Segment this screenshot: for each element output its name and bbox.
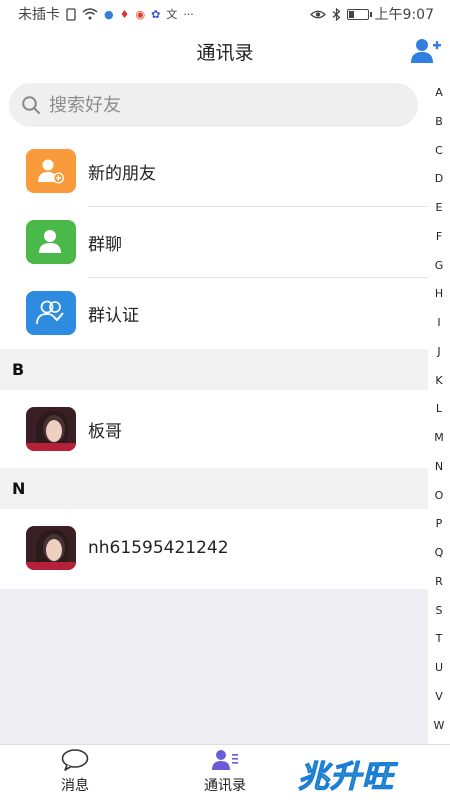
page-title: 通讯录 [196,41,254,64]
alphabet-letter-a[interactable]: A [435,79,443,108]
tab-contacts-label: 通讯录 [204,778,246,794]
tab-messages[interactable]: 消息 [25,749,125,795]
new-friends-item[interactable]: 新的朋友 [0,136,428,206]
message-icon [61,749,89,771]
carrier-text: 未插卡 [18,7,60,23]
alphabet-letter-g[interactable]: G [435,252,444,281]
brand-text: 兆升旺 [298,758,394,795]
status-right: 上午9:07 [309,4,434,24]
baidu-icon: ✿ [151,7,161,21]
section-header-n: N [0,468,428,509]
search-input[interactable] [49,94,389,116]
search-bar[interactable] [9,83,418,127]
new-friend-icon [26,149,76,193]
translate-icon: 文 [166,7,178,21]
alphabet-letter-f[interactable]: F [436,223,442,252]
bottom-nav: 消息 通讯录 兆升旺 [0,744,450,800]
group-verify-item[interactable]: 群认证 [0,278,428,348]
alphabet-letter-j[interactable]: J [437,338,440,367]
alphabet-letter-w[interactable]: W [434,712,445,741]
new-friends-label: 新的朋友 [88,163,156,184]
more-notifications-icon: ··· [183,7,194,21]
alphabet-letter-p[interactable]: P [436,510,443,539]
group-verify-label: 群认证 [88,305,139,326]
alphabet-letter-t[interactable]: T [436,625,443,654]
alphabet-letter-i[interactable]: I [437,309,440,338]
alphabet-letter-q[interactable]: Q [435,539,444,568]
alphabet-letter-v[interactable]: V [435,683,443,712]
alphabet-index[interactable]: ABCDEFGHIJKLMNOPQRSTUVW [428,79,450,744]
tab-messages-label: 消息 [61,778,89,794]
weibo-icon: ◉ [135,7,146,21]
group-chat-item[interactable]: 群聊 [0,207,428,277]
alphabet-letter-l[interactable]: L [436,395,442,424]
group-verify-icon [26,291,76,335]
group-chat-icon [26,220,76,264]
app-header: 通讯录 [0,28,450,74]
alphabet-letter-o[interactable]: O [435,482,444,511]
add-user-icon[interactable] [410,36,442,66]
alphabet-letter-n[interactable]: N [435,453,443,482]
group-chat-label: 群聊 [88,234,122,255]
avatar [26,526,76,570]
search-icon [22,96,40,114]
alphabet-letter-u[interactable]: U [435,654,443,683]
avatar [26,407,76,451]
alphabet-letter-h[interactable]: H [435,280,443,309]
status-bar: 未插卡 ● ♦ ◉ ✿ 文 ··· 上午9:07 [0,0,450,28]
tab-contacts[interactable]: 通讯录 [175,749,275,795]
battery-icon [346,8,372,20]
alphabet-letter-s[interactable]: S [436,597,443,626]
contact-name: nh61595421242 [88,538,229,558]
alphabet-letter-e[interactable]: E [436,194,443,223]
alphabet-letter-c[interactable]: C [435,137,443,166]
alphabet-letter-r[interactable]: R [435,568,443,597]
eye-icon [309,10,326,18]
empty-area [0,589,428,744]
wifi-icon [82,8,98,20]
brand-logo: 兆升旺 [298,749,394,797]
status-left: 未插卡 ● ♦ ◉ ✿ 文 ··· [18,4,194,24]
alphabet-letter-m[interactable]: M [434,424,444,453]
contact-name: 板哥 [88,421,122,442]
contact-item[interactable]: nh61595421242 [0,513,428,583]
alphabet-letter-d[interactable]: D [435,165,443,194]
bluetooth-icon [332,7,340,21]
notification-icon-2: ♦ [119,7,130,21]
alphabet-letter-k[interactable]: K [435,367,442,396]
clock: 上午9:07 [374,7,434,23]
alphabet-letter-b[interactable]: B [435,108,443,137]
section-header-b: B [0,349,428,390]
sim-icon [66,7,76,21]
contacts-icon [212,750,238,770]
notification-icon-1: ● [104,7,114,21]
contact-item[interactable]: 板哥 [0,394,428,464]
